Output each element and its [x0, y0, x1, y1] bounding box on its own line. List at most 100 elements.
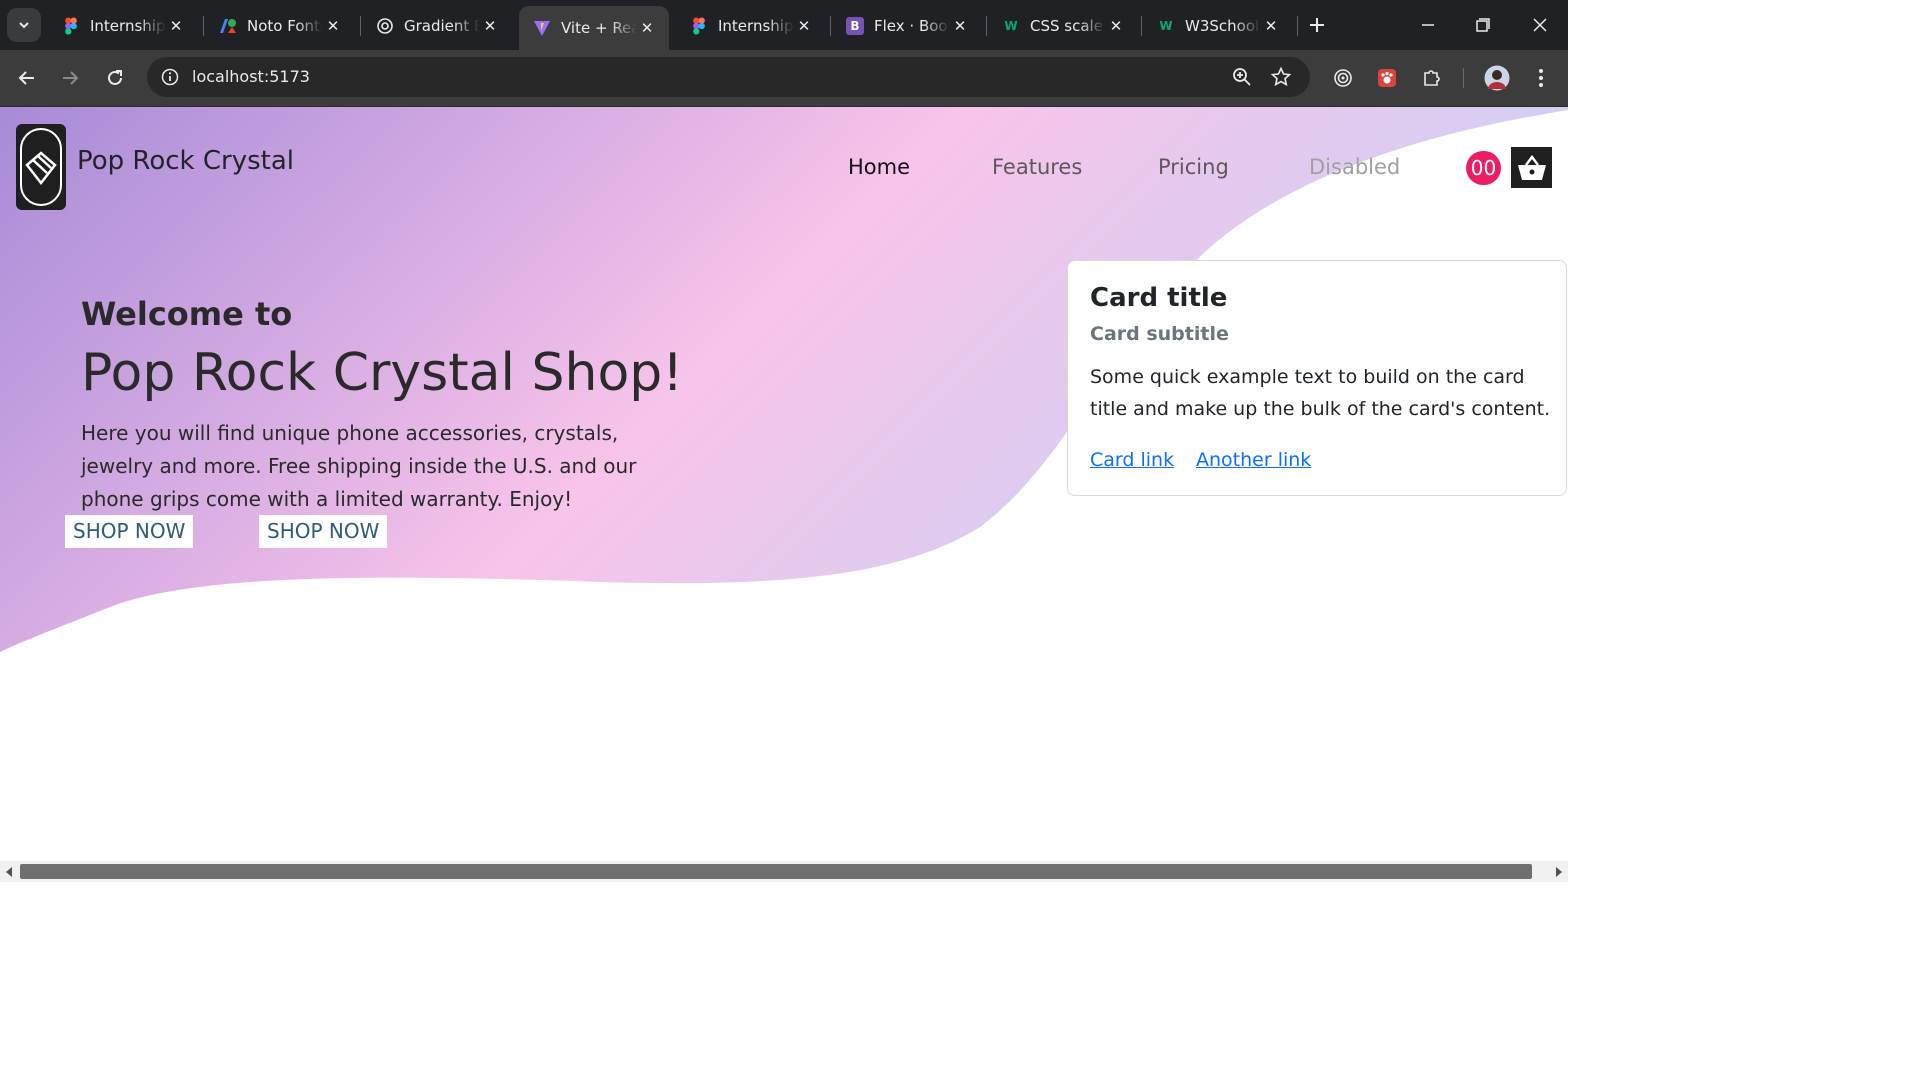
nav-link-disabled: Disabled: [1309, 155, 1401, 179]
nav-link-features[interactable]: Features: [992, 155, 1082, 179]
shop-now-button[interactable]: SHOP NOW: [259, 515, 388, 548]
close-icon[interactable]: ✕: [637, 18, 657, 38]
scroll-right-button[interactable]: [1548, 861, 1568, 882]
close-icon[interactable]: ✕: [323, 16, 343, 36]
cart-count-badge: 00: [1466, 151, 1501, 185]
info-icon[interactable]: [159, 66, 181, 88]
browser-tab[interactable]: Internship ✕: [48, 8, 198, 44]
puzzle-icon: [1424, 70, 1440, 86]
diamond-logo-icon: [20, 128, 62, 206]
card-title: Card title: [1090, 283, 1228, 313]
triangle-right-icon: [1556, 866, 1562, 877]
tab-title: Internship: [718, 17, 794, 35]
bookmark-button[interactable]: [1266, 62, 1296, 92]
avatar: [1484, 65, 1510, 91]
tab-title: Vite + React: [561, 19, 637, 37]
tab-separator: [360, 16, 361, 36]
browser-tab[interactable]: B Flex · Boots ✕: [832, 8, 982, 44]
tab-title: Noto Fonts: [247, 17, 323, 35]
nav-link-pricing[interactable]: Pricing: [1158, 155, 1229, 179]
plus-icon: [1310, 18, 1324, 32]
more-vertical-icon: [1539, 69, 1543, 87]
another-link[interactable]: Another link: [1196, 449, 1311, 471]
arrow-right-icon: [63, 71, 79, 85]
tab-separator: [1297, 16, 1298, 36]
extensions-menu-button[interactable]: [1417, 63, 1447, 93]
minimize-button[interactable]: [1413, 10, 1443, 40]
nav-link-home[interactable]: Home: [848, 155, 910, 179]
arrow-left-icon: [18, 71, 34, 85]
close-icon[interactable]: ✕: [950, 16, 970, 36]
target-icon: [1334, 69, 1352, 87]
tab-title: CSS scale p: [1030, 17, 1106, 35]
extension-button[interactable]: [1372, 63, 1402, 93]
brand-logo[interactable]: [16, 124, 66, 210]
w3schools-icon: W: [1159, 19, 1173, 33]
restore-button[interactable]: [1468, 10, 1498, 40]
close-icon[interactable]: ✕: [480, 16, 500, 36]
basket-icon: [1517, 154, 1546, 180]
tab-title: Gradient B: [404, 17, 480, 35]
scroll-left-button[interactable]: [0, 861, 20, 882]
zoom-button[interactable]: [1227, 62, 1257, 92]
close-icon[interactable]: ✕: [1261, 16, 1281, 36]
browser-tab[interactable]: Noto Fonts ✕: [205, 8, 355, 44]
forward-button[interactable]: [55, 63, 85, 93]
hero-description: Here you will find unique phone accessor…: [81, 421, 637, 511]
menu-button[interactable]: [1526, 63, 1556, 93]
bootstrap-icon: B: [846, 17, 864, 35]
close-icon[interactable]: ✕: [1106, 16, 1126, 36]
vite-icon: [533, 19, 551, 37]
google-fonts-icon: [219, 17, 237, 35]
cart-button[interactable]: [1511, 147, 1552, 188]
close-icon: [1533, 18, 1547, 32]
tab-separator: [986, 16, 987, 36]
browser-tab-active[interactable]: Vite + React ✕: [519, 6, 669, 50]
url-text: localhost:5173: [192, 67, 310, 86]
back-button[interactable]: [12, 63, 42, 93]
figma-icon: [690, 17, 708, 35]
extension-button[interactable]: [1328, 63, 1358, 93]
tab-separator: [1141, 16, 1142, 36]
close-icon[interactable]: ✕: [166, 16, 186, 36]
reload-icon: [108, 70, 122, 85]
tab-title: Flex · Boots: [874, 17, 950, 35]
card-subtitle: Card subtitle: [1090, 323, 1229, 345]
new-tab-button[interactable]: [1302, 10, 1332, 40]
figma-icon: [62, 17, 80, 35]
tab-search-button[interactable]: [7, 8, 41, 42]
browser-toolbar: localhost:5173: [0, 50, 1568, 107]
reload-button[interactable]: [100, 63, 130, 93]
profile-button[interactable]: [1482, 63, 1512, 93]
w3schools-icon: W: [1004, 19, 1018, 33]
tab-separator: [830, 16, 831, 36]
card: Card title Card subtitle Some quick exam…: [1067, 260, 1567, 496]
chevron-down-icon: [19, 22, 29, 29]
horizontal-scrollbar[interactable]: [0, 861, 1568, 882]
shop-now-button[interactable]: SHOP NOW: [65, 515, 194, 548]
browser-tab[interactable]: W W3Schools ✕: [1143, 8, 1293, 44]
openai-icon: [376, 17, 394, 35]
minimize-icon: [1422, 24, 1434, 26]
paw-extension-icon: [1378, 69, 1396, 87]
tab-separator: [203, 16, 204, 36]
zoom-icon: [1233, 68, 1251, 86]
tab-title: W3Schools: [1185, 17, 1261, 35]
close-icon[interactable]: ✕: [794, 16, 814, 36]
card-text: Some quick example text to build on the …: [1090, 366, 1551, 420]
browser-tab-strip: Internship ✕ Noto Fonts ✕ Gradient B ✕ V…: [0, 0, 1568, 50]
browser-tab[interactable]: Internship ✕: [676, 8, 826, 44]
tab-title: Internship: [90, 17, 166, 35]
address-bar[interactable]: localhost:5173: [147, 57, 1310, 97]
brand-name[interactable]: Pop Rock Crystal: [77, 146, 294, 176]
card-link[interactable]: Card link: [1090, 449, 1174, 471]
restore-icon: [1476, 18, 1490, 32]
scrollbar-thumb[interactable]: [20, 864, 1532, 879]
page-viewport: Pop Rock Crystal Home Features Pricing D…: [0, 107, 1568, 861]
close-window-button[interactable]: [1525, 10, 1555, 40]
browser-tab[interactable]: W CSS scale p ✕: [988, 8, 1138, 44]
toolbar-divider: [1463, 68, 1464, 88]
browser-tab[interactable]: Gradient B ✕: [362, 8, 512, 44]
hero-welcome: Welcome to: [81, 295, 293, 333]
triangle-left-icon: [6, 866, 12, 877]
